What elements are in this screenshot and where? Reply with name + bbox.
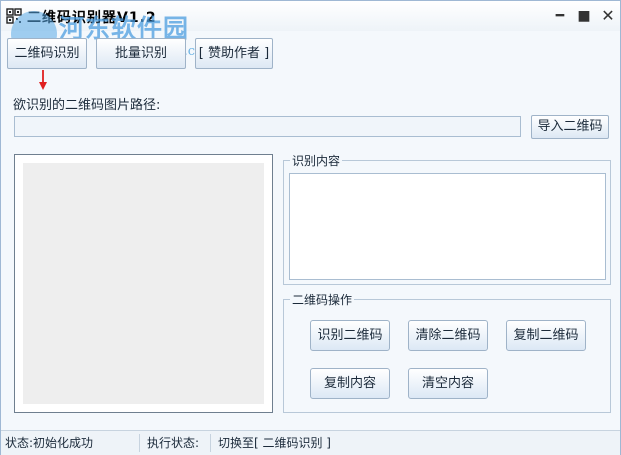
image-path-input[interactable] xyxy=(14,116,521,137)
sponsor-author-button[interactable]: [ 赞助作者 ] xyxy=(195,38,273,69)
copy-content-button[interactable]: 复制内容 xyxy=(310,368,390,399)
recognized-content-textarea[interactable] xyxy=(289,173,606,280)
tab-qr-recognize[interactable]: 二维码识别 xyxy=(7,38,87,69)
import-qr-button[interactable]: 导入二维码 xyxy=(531,115,609,139)
content-group-legend: 识别内容 xyxy=(290,152,343,169)
app-window: 二维码识别器V1.2 ━ ■ ✕ 河东软件园 www.pc0359.cn 二维码… xyxy=(0,0,621,455)
path-label: 欲识别的二维码图片路径: xyxy=(13,98,161,113)
red-arrow-icon xyxy=(39,70,47,90)
status-bar: 状态:初始化成功 执行状态: 切换至[ 二维码识别 ] xyxy=(1,430,620,455)
tab-batch-recognize[interactable]: 批量识别 xyxy=(96,38,186,69)
copy-qr-button[interactable]: 复制二维码 xyxy=(506,320,586,351)
empty-content-button[interactable]: 清空内容 xyxy=(408,368,488,399)
clear-qr-button[interactable]: 清除二维码 xyxy=(408,320,488,351)
qr-operations-group: 二维码操作 识别二维码 清除二维码 复制二维码 复制内容 清空内容 xyxy=(283,291,611,413)
exec-status-label: 执行状态: xyxy=(147,436,200,450)
qr-preview-frame xyxy=(14,154,273,413)
status-state: 状态:初始化成功 xyxy=(5,436,94,450)
minimize-button[interactable]: ━ xyxy=(550,7,570,25)
content-group: 识别内容 xyxy=(283,152,611,285)
close-button[interactable]: ✕ xyxy=(598,7,618,25)
exec-status-value: 切换至[ 二维码识别 ] xyxy=(218,436,331,450)
recognize-qr-button[interactable]: 识别二维码 xyxy=(310,320,390,351)
maximize-button[interactable]: ■ xyxy=(574,7,594,25)
status-separator xyxy=(210,434,211,452)
ops-group-legend: 二维码操作 xyxy=(290,291,355,308)
qr-image-preview[interactable] xyxy=(23,163,264,404)
status-separator xyxy=(139,434,140,452)
